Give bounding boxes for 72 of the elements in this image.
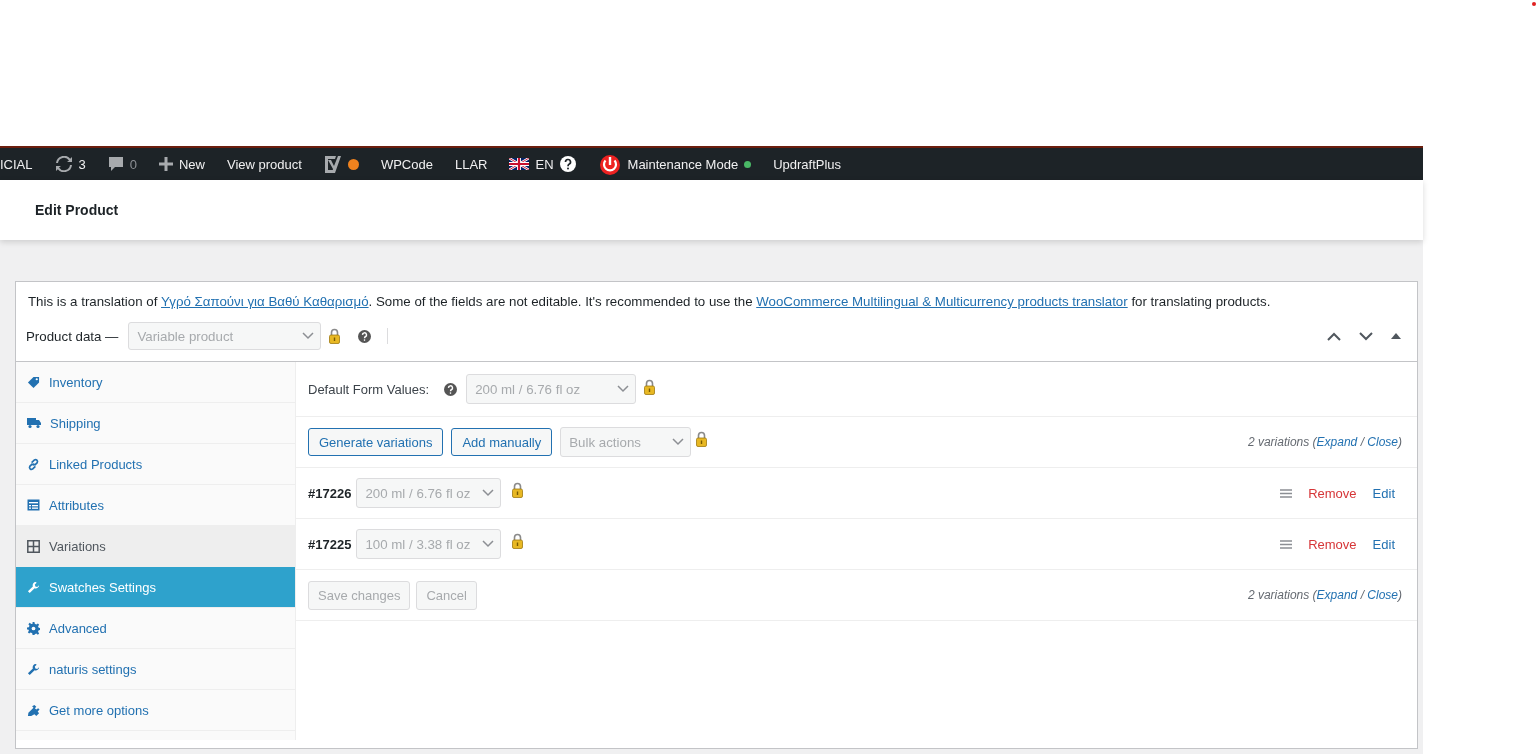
product-data-tab[interactable]: Get more options (16, 690, 295, 731)
chevron-down-icon (302, 332, 315, 340)
new-link[interactable]: New (179, 156, 205, 172)
uk-flag-icon (509, 158, 530, 170)
variation-action-button[interactable]: Generate variations (308, 428, 444, 456)
product-data-label: Product data — (26, 328, 119, 344)
chevron-down-icon (482, 489, 495, 497)
lock-icon (644, 379, 656, 395)
comments-count[interactable]: 0 (129, 156, 137, 172)
variation-id: #17225 (308, 536, 352, 552)
summary-link[interactable]: Close (1367, 588, 1398, 602)
y-logo-icon (323, 154, 342, 174)
tag-icon (27, 375, 40, 389)
move-up-icon[interactable] (1327, 331, 1341, 341)
lock-icon (329, 328, 341, 344)
maintenance-mode-link[interactable]: Maintenance Mode (627, 156, 739, 172)
drag-handle-icon[interactable] (1280, 539, 1293, 549)
chevron-down-icon (672, 438, 685, 446)
updates-count[interactable]: 3 (78, 156, 86, 172)
comment-icon (107, 156, 124, 172)
summary-link[interactable]: Expand (1316, 588, 1358, 602)
page-title: Edit Product (34, 201, 120, 220)
lock-icon (512, 482, 524, 498)
variations-summary: 2 variations (Expand / Close) (1247, 435, 1403, 449)
drag-handle-icon[interactable] (1280, 488, 1293, 498)
toolbar-link[interactable]: UpdraftPlus (773, 156, 842, 172)
chevron-down-icon (482, 540, 495, 548)
help-icon[interactable] (444, 382, 458, 396)
default-form-values-label: Default Form Values: (308, 381, 430, 397)
remove-link[interactable]: Remove (1308, 485, 1357, 501)
help-icon[interactable] (559, 156, 576, 172)
product-data-tab[interactable]: Swatches Settings (16, 567, 295, 608)
plug-icon (27, 703, 40, 717)
chevron-down-icon (617, 385, 630, 393)
product-data-tab[interactable]: Inventory (16, 362, 295, 403)
plus-icon (159, 157, 173, 171)
grid-icon (27, 539, 40, 553)
product-data-tab[interactable]: naturis settings (16, 649, 295, 690)
toolbar-link[interactable]: ICIAL (0, 156, 33, 172)
summary-link[interactable]: Expand (1316, 435, 1358, 449)
help-icon[interactable] (358, 329, 372, 343)
wrench-icon (27, 662, 40, 676)
notice-link[interactable]: Υγρό Σαπούνι για Βαθύ Καθαρισμό (161, 294, 369, 309)
refresh-icon (54, 156, 73, 172)
edit-link[interactable]: Edit (1372, 485, 1395, 501)
link-icon (27, 457, 40, 471)
variations-summary: 2 variations (Expand / Close) (1247, 588, 1403, 602)
notice-link[interactable]: WooCommerce Multilingual & Multicurrency products translator (756, 294, 1128, 309)
summary-link[interactable]: Close (1367, 435, 1398, 449)
power-icon (597, 153, 622, 175)
move-down-icon[interactable] (1359, 331, 1373, 341)
translation-notice: This is a translation of Υγρό Σαπούνι για Βαθύ Καθαρισμό. Some of the fields are not editable. It's recommended to use the WooCommerce Multilingual & Multicurrency products translator for translating products. (27, 293, 1272, 311)
product-data-tab[interactable]: Shipping (16, 403, 295, 444)
toolbar-link[interactable]: WPCode (380, 156, 433, 172)
lock-icon (512, 533, 524, 549)
product-data-tab[interactable]: Variations (16, 526, 295, 567)
list-card-icon (27, 499, 40, 511)
toolbar-link[interactable]: LLAR (454, 156, 488, 172)
toolbar-link[interactable]: View product (227, 156, 302, 172)
variation-id: #17226 (308, 485, 352, 501)
notification-dot (1532, 2, 1536, 6)
variation-action-button[interactable]: Add manually (451, 428, 553, 456)
edit-link[interactable]: Edit (1372, 536, 1395, 552)
wrench-icon (27, 580, 40, 594)
language-switcher[interactable]: EN (535, 156, 554, 172)
collapse-icon[interactable] (1391, 333, 1401, 339)
product-data-tab[interactable]: Linked Products (16, 444, 295, 485)
lock-icon (696, 431, 708, 447)
truck-icon (27, 417, 41, 429)
product-data-tab[interactable]: Advanced (16, 608, 295, 649)
remove-link[interactable]: Remove (1308, 536, 1357, 552)
gear-icon (27, 621, 40, 635)
